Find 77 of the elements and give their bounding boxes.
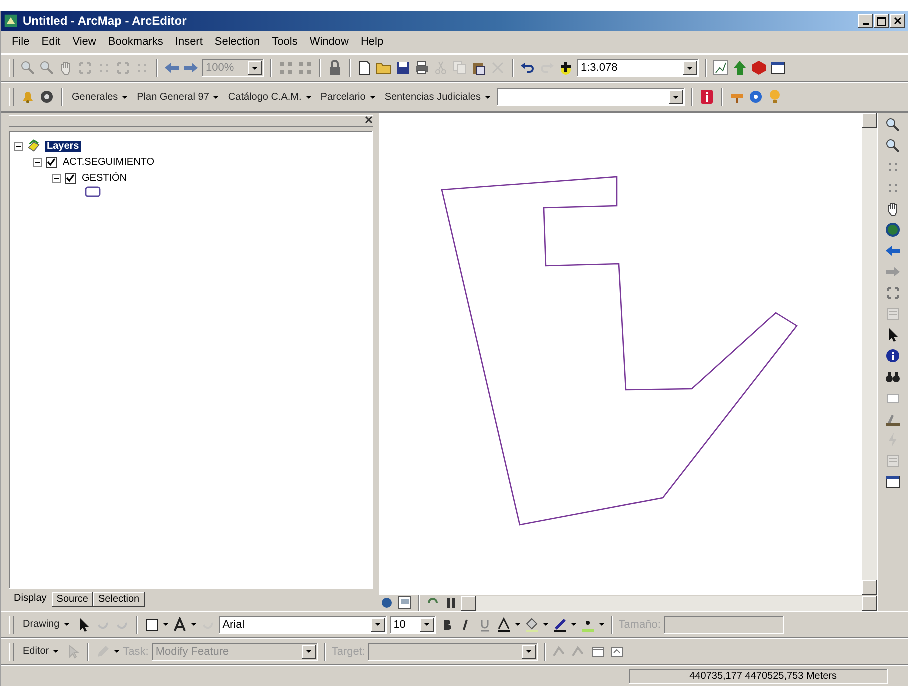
menu-item[interactable]: Edit xyxy=(36,34,66,50)
editor-menu[interactable]: Editor xyxy=(20,644,62,659)
layers-icon xyxy=(27,139,41,153)
printer-icon[interactable] xyxy=(414,60,430,76)
window-title: Untitled - ArcMap - ArcEditor xyxy=(23,14,187,28)
close-icon xyxy=(894,17,902,25)
toolbar-menu[interactable]: Parcelario xyxy=(318,90,379,104)
info-badge-icon[interactable] xyxy=(699,89,715,105)
menu-item[interactable]: Selection xyxy=(210,34,266,50)
menu-item[interactable]: File xyxy=(7,34,35,50)
magnifier-icon[interactable] xyxy=(885,138,901,154)
clipboard-icon[interactable] xyxy=(471,60,487,76)
size-field[interactable] xyxy=(664,616,784,634)
light-bulb-icon[interactable] xyxy=(767,89,783,105)
padlock-icon[interactable] xyxy=(327,60,343,76)
maximize-button[interactable] xyxy=(874,14,889,28)
new-document-icon[interactable] xyxy=(357,60,373,76)
globe-icon[interactable] xyxy=(379,595,395,611)
plus-icon[interactable] xyxy=(558,60,574,76)
maximize-icon xyxy=(877,16,886,26)
font-combo[interactable]: Arial xyxy=(218,616,387,634)
panel-tab[interactable]: Selection xyxy=(93,592,145,607)
target-combo[interactable] xyxy=(368,642,538,660)
toolbar-menu[interactable]: Catálogo C.A.M. xyxy=(225,90,315,104)
coordinates-readout: 440735,177 4470525,753 Meters xyxy=(628,668,888,684)
layer-name[interactable]: Layers xyxy=(45,140,82,152)
left-arrow-icon[interactable] xyxy=(885,243,901,259)
layer-name[interactable]: GESTIÓN xyxy=(80,172,130,184)
menu-item[interactable]: Tools xyxy=(267,34,303,50)
layer-checkbox[interactable] xyxy=(65,172,76,184)
toolbar-menu[interactable]: Sentencias Judiciales xyxy=(382,90,494,104)
scale-combo[interactable]: 1:3.078 xyxy=(577,59,699,77)
hexagon-icon[interactable] xyxy=(751,60,767,76)
menu-item[interactable]: Window xyxy=(304,34,354,50)
font-color-icon[interactable] xyxy=(496,616,512,632)
collapse-icon[interactable] xyxy=(14,142,23,150)
scroll-up-button[interactable] xyxy=(862,113,877,128)
collapse-icon[interactable] xyxy=(33,158,42,166)
letter-a-icon[interactable] xyxy=(172,616,188,632)
paint-bucket-icon[interactable] xyxy=(524,616,540,632)
collapse-icon[interactable] xyxy=(52,174,61,182)
undo-icon[interactable] xyxy=(520,60,536,76)
window-icon[interactable] xyxy=(885,474,901,490)
menu-item[interactable]: Insert xyxy=(170,34,208,50)
left-arrow-icon[interactable] xyxy=(164,60,180,76)
info-icon[interactable] xyxy=(885,348,901,364)
polygon-symbol-icon xyxy=(85,186,101,198)
scroll-left-button[interactable] xyxy=(461,596,476,610)
help-icon[interactable] xyxy=(748,89,764,105)
toolbar-menu[interactable]: Generales xyxy=(69,90,132,104)
layer-name[interactable]: ACT.SEGUIMIENTO xyxy=(61,156,156,168)
globe-icon[interactable] xyxy=(885,222,901,238)
menu-item[interactable]: View xyxy=(68,34,102,50)
scroll-right-button[interactable] xyxy=(862,596,877,610)
menu-item[interactable]: Help xyxy=(356,34,389,50)
magnifier-icon[interactable] xyxy=(885,117,901,133)
toolbar-combo[interactable] xyxy=(497,88,685,106)
drawing-menu[interactable]: Drawing xyxy=(20,617,73,632)
gear-icon[interactable] xyxy=(39,89,55,105)
close-icon[interactable] xyxy=(365,116,373,124)
layout-view-icon[interactable] xyxy=(397,595,413,611)
binoculars-icon[interactable] xyxy=(885,369,901,385)
minimize-button[interactable] xyxy=(858,14,873,28)
menu-item[interactable]: Bookmarks xyxy=(103,34,168,50)
toolbar-menu[interactable]: Plan General 97 xyxy=(134,90,222,104)
panel-tab[interactable]: Source xyxy=(52,592,94,607)
scroll-down-button[interactable] xyxy=(862,580,877,595)
right-arrow-icon[interactable] xyxy=(183,60,199,76)
window-icon[interactable] xyxy=(770,60,786,76)
layer-checkbox[interactable] xyxy=(46,156,57,168)
font-size-combo[interactable]: 10 xyxy=(390,616,436,634)
close-button[interactable] xyxy=(890,14,905,28)
bell-icon[interactable] xyxy=(20,89,36,105)
rectangle-icon[interactable] xyxy=(144,616,160,632)
up-arrow-icon[interactable] xyxy=(732,60,748,76)
app-icon xyxy=(4,14,18,28)
line-color-icon[interactable] xyxy=(552,616,568,632)
